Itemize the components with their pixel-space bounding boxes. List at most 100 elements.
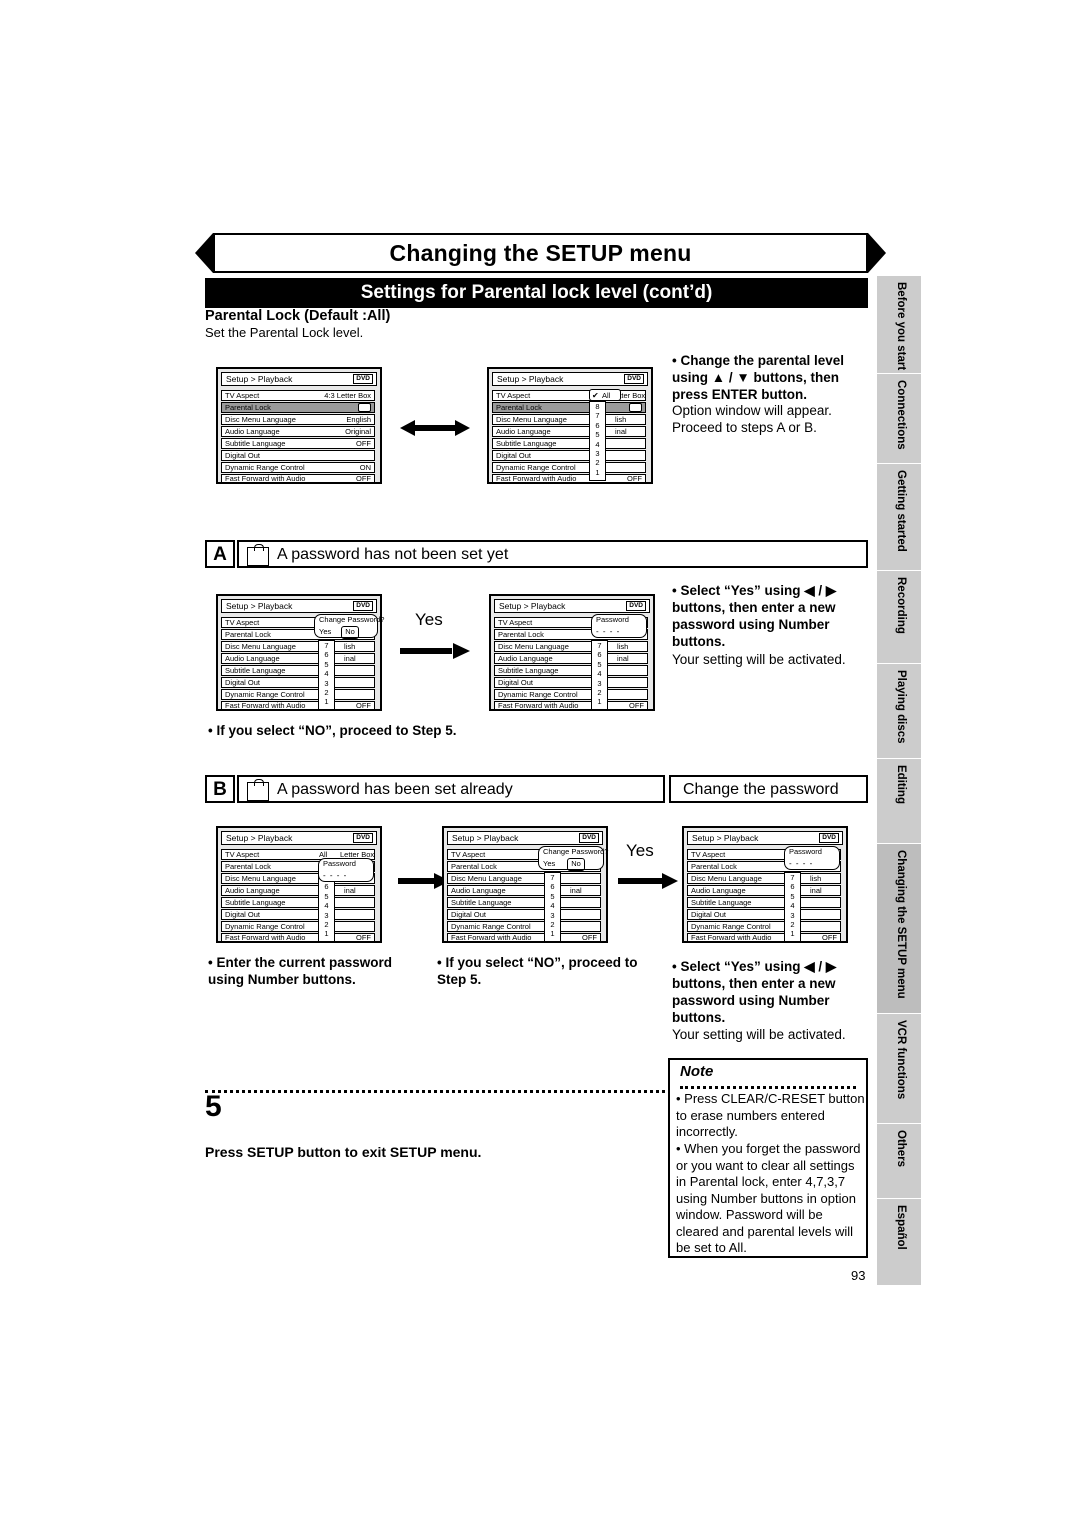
osd-row-digital-out[interactable]: Digital Out [221, 450, 375, 461]
osd-row-parental-lock[interactable]: Parental Lock All [221, 402, 375, 413]
row-label: Subtitle Language [225, 898, 286, 907]
osd-row-subtitle-language[interactable]: Subtitle Language [221, 897, 375, 908]
side-tab-strip: Before you start Connections Getting sta… [877, 275, 921, 1285]
level-item: 6 [324, 882, 329, 892]
osd-row-digital-out[interactable]: Digital Out [447, 909, 601, 920]
change-password-popup[interactable]: Change Password? Yes No [538, 846, 608, 871]
row-label: Digital Out [498, 678, 534, 687]
osd-screen-2: Setup > Playback DVD TV Aspect Parental … [487, 367, 653, 484]
osd-title: Setup > Playback [692, 833, 759, 843]
osd-row-fast-forward-with-audio[interactable]: Fast Forward with Audio OFF [492, 474, 646, 483]
osd-row-subtitle-language[interactable]: Subtitle Language [492, 438, 646, 449]
sidebar-item-changing-the-setup-menu[interactable]: Changing the SETUP menu [877, 843, 921, 1013]
osd-title-bar: Setup > Playback DVD [221, 372, 377, 386]
osd-row-digital-out[interactable]: Digital Out [492, 450, 646, 461]
osd-row-fast-forward-with-audio[interactable]: Fast Forward with Audio OFF [221, 474, 375, 483]
parental-level-list[interactable]: 8 7 6 5 4 3 2 1 [589, 401, 606, 481]
osd-title-bar: Setup > Playback DVD [447, 831, 603, 845]
sidebar-item-getting-started[interactable]: Getting started [877, 463, 921, 570]
sidebar-item-vcr-functions[interactable]: VCR functions [877, 1013, 921, 1123]
level-item: 7 [790, 873, 795, 882]
level-item: 6 [550, 882, 555, 892]
level-item: 5 [595, 430, 600, 440]
osd-screen-a2: Setup > Playback DVD TV Aspect Parental … [489, 594, 655, 711]
level-item: 8 [595, 402, 600, 411]
osd-title: Setup > Playback [497, 374, 564, 384]
osd-row-digital-out[interactable]: Digital Out [494, 677, 648, 688]
sidebar-item-others[interactable]: Others [877, 1123, 921, 1198]
change-password-popup[interactable]: Change Password? Yes No [314, 614, 384, 639]
osd-row-subtitle-language[interactable]: Subtitle Language [221, 665, 375, 676]
row-label: Fast Forward with Audio [225, 701, 306, 710]
osd-row-disc-menu-language[interactable]: Disc Menu Language [447, 873, 601, 884]
popup-yes-label[interactable]: Yes [319, 626, 331, 637]
password-entry-popup[interactable]: Password - - - - [591, 614, 647, 638]
lock-icon [247, 544, 269, 566]
row-value: Original [345, 427, 371, 436]
parental-level-list[interactable]: 7 6 5 4 3 2 1 [784, 872, 801, 942]
block-a-footnote-text: • If you select “NO”, proceed to Step [208, 723, 442, 738]
sidebar-item-before-you-start[interactable]: Before you start [877, 275, 921, 373]
sidebar-item-editing[interactable]: Editing [877, 758, 921, 843]
popup-no-button[interactable]: No [341, 626, 359, 639]
osd-row-audio-language[interactable]: Audio Language Original [221, 426, 375, 437]
value-original-partial: inal [344, 886, 356, 895]
osd-row-digital-out[interactable]: Digital Out [687, 909, 841, 920]
row-label: Parental Lock [691, 862, 737, 871]
osd-row-fast-forward-with-audio[interactable]: Fast Forward with Audio OFF [221, 701, 375, 710]
row-label: Dynamic Range Control [496, 463, 576, 472]
osd-row-fast-forward-with-audio[interactable]: Fast Forward with Audio OFF [494, 701, 648, 710]
row-label: Dynamic Range Control [225, 690, 305, 699]
level-item: 1 [790, 929, 795, 939]
parental-level-list[interactable]: 7 6 5 4 3 2 1 [318, 872, 335, 942]
popup-yes-label[interactable]: Yes [543, 858, 555, 869]
parental-lock-option-box[interactable] [358, 403, 371, 412]
value-original-partial: inal [615, 427, 627, 436]
parental-level-list[interactable]: 7 6 5 4 3 2 1 [544, 872, 561, 942]
row-label: Fast Forward with Audio [225, 474, 306, 483]
all-check-popup[interactable]: ✔ All [589, 389, 621, 401]
osd-row-subtitle-language[interactable]: Subtitle Language [494, 665, 648, 676]
osd-row-dynamic-range-control[interactable]: Dynamic Range Control ON [221, 462, 375, 473]
osd-row-subtitle-language[interactable]: Subtitle Language OFF [221, 438, 375, 449]
popup-no-button[interactable]: No [567, 858, 585, 871]
sidebar-item-espanol[interactable]: Español [877, 1198, 921, 1285]
osd-row-subtitle-language[interactable]: Subtitle Language [447, 897, 601, 908]
password-entry-popup[interactable]: Password - - - - [318, 858, 374, 882]
value-original-partial: inal [344, 654, 356, 663]
osd-row-fast-forward-with-audio[interactable]: Fast Forward with Audio OFF [447, 933, 601, 942]
password-entry-popup[interactable]: Password - - - - [784, 846, 840, 870]
level-item: 3 [324, 678, 329, 688]
osd-row-digital-out[interactable]: Digital Out [221, 909, 375, 920]
sidebar-item-recording[interactable]: Recording [877, 570, 921, 663]
osd-row-fast-forward-with-audio[interactable]: Fast Forward with Audio OFF [221, 933, 375, 942]
subtitle-text: Settings for Parental lock level (cont’d… [360, 282, 713, 303]
osd-row-parental-lock[interactable]: Parental Lock [492, 402, 646, 413]
parental-lock-option-box[interactable] [629, 403, 642, 412]
osd-row-dynamic-range-control[interactable]: Dynamic Range Control [447, 921, 601, 932]
osd-row-dynamic-range-control[interactable]: Dynamic Range Control [494, 689, 648, 700]
row-label: Subtitle Language [451, 898, 512, 907]
osd-row-disc-menu-language[interactable]: Disc Menu Language English [221, 414, 375, 425]
row-label: Dynamic Range Control [498, 690, 578, 699]
osd-row-digital-out[interactable]: Digital Out [221, 677, 375, 688]
osd-row-dynamic-range-control[interactable]: Dynamic Range Control [687, 921, 841, 932]
osd-row-dynamic-range-control[interactable]: Dynamic Range Control [221, 689, 375, 700]
osd-screen-b3: Setup > Playback DVD TV Aspect Parental … [682, 826, 848, 943]
sidebar-item-label: Before you start [895, 282, 907, 371]
osd-row-dynamic-range-control[interactable]: Dynamic Range Control [492, 462, 646, 473]
parental-level-list[interactable]: 7 6 5 4 3 2 1 [318, 640, 335, 710]
osd-row-subtitle-language[interactable]: Subtitle Language [687, 897, 841, 908]
password-dashes: - - - - [789, 859, 814, 868]
sidebar-item-connections[interactable]: Connections [877, 373, 921, 463]
parental-level-list[interactable]: 7 6 5 4 3 2 1 [591, 640, 608, 710]
check-icon: ✔ [592, 391, 599, 400]
osd-row-dynamic-range-control[interactable]: Dynamic Range Control [221, 921, 375, 932]
level-item: 2 [790, 920, 795, 930]
osd-row-fast-forward-with-audio[interactable]: Fast Forward with Audio OFF [687, 933, 841, 942]
osd-row-tv-aspect[interactable]: TV Aspect 4:3 Letter Box [221, 390, 375, 401]
sidebar-item-playing-discs[interactable]: Playing discs [877, 663, 921, 758]
level-item: 2 [595, 458, 600, 468]
step-text: Press SETUP button to exit SETUP menu. [205, 1144, 482, 1160]
row-label: Audio Language [691, 886, 746, 895]
